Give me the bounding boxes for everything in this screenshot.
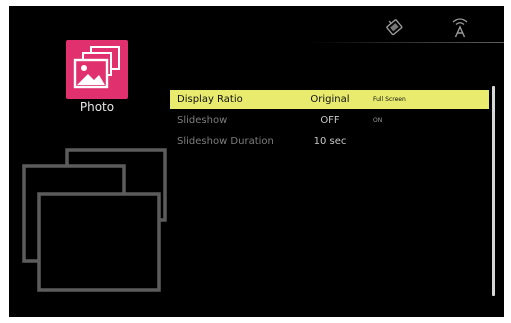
settings-screen: Photo Display Ratio Original Full Screen… xyxy=(9,6,504,317)
photo-category-tile xyxy=(66,40,128,99)
setting-label: Slideshow Duration xyxy=(177,136,274,147)
setting-label: Display Ratio xyxy=(177,94,243,105)
setting-value[interactable]: Original xyxy=(310,90,350,109)
scrollbar[interactable] xyxy=(492,86,495,296)
setting-value[interactable]: OFF xyxy=(310,111,350,130)
setting-row-slideshow[interactable]: Slideshow OFF ON xyxy=(170,111,489,130)
setting-row-slideshow-duration[interactable]: Slideshow Duration 10 sec xyxy=(170,132,489,151)
setting-alt-option[interactable]: Full Screen xyxy=(373,90,406,109)
category-title: Photo xyxy=(79,100,115,114)
wifi-antenna-icon xyxy=(450,16,470,38)
photo-icon xyxy=(73,46,120,89)
setting-label: Slideshow xyxy=(177,115,228,126)
photo-frames-illustration xyxy=(19,144,169,304)
setting-alt-option[interactable]: ON xyxy=(373,111,382,130)
setting-value[interactable]: 10 sec xyxy=(310,132,350,151)
tv-tuner-icon xyxy=(385,16,405,38)
top-divider xyxy=(309,42,504,43)
setting-row-display-ratio[interactable]: Display Ratio Original Full Screen xyxy=(170,90,489,109)
